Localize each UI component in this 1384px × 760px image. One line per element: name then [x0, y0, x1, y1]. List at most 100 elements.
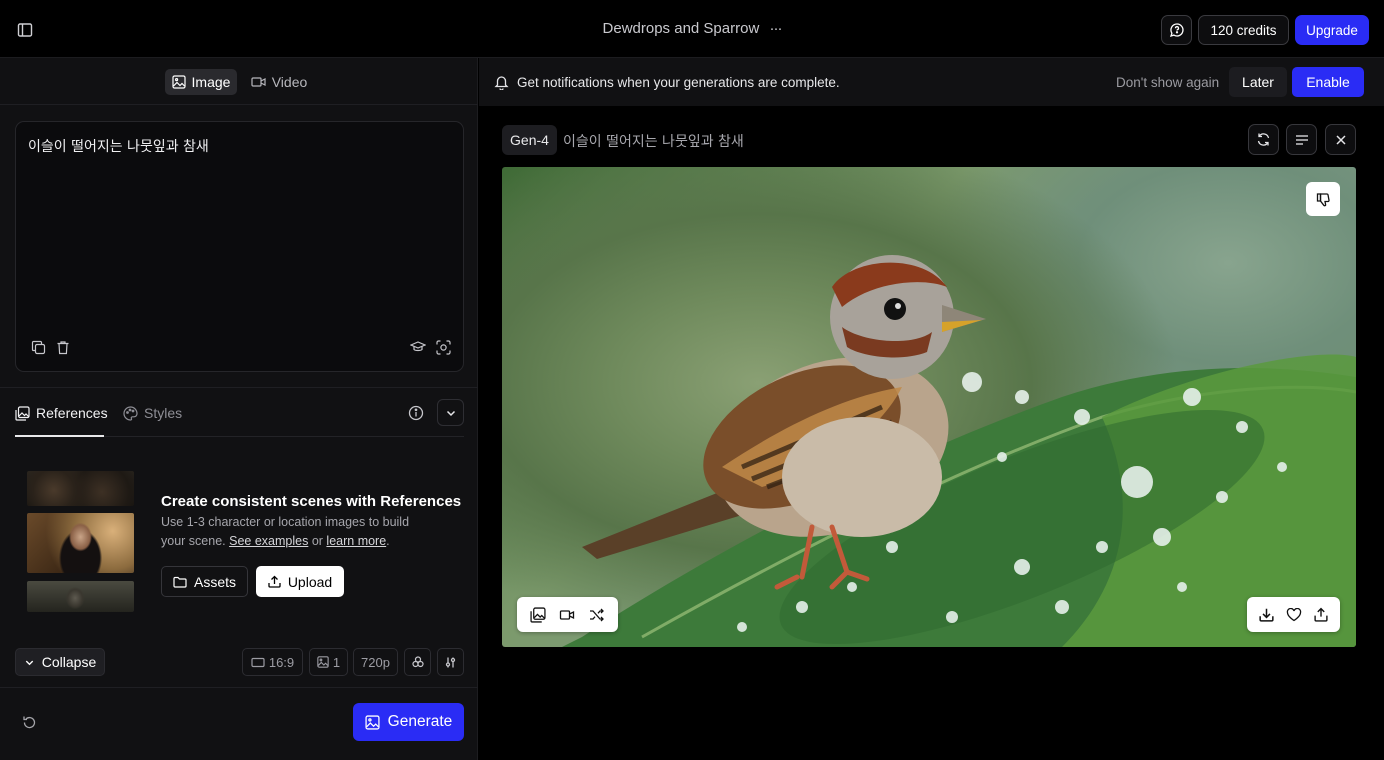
- details-button[interactable]: [1286, 124, 1317, 155]
- animate-video-button[interactable]: [554, 602, 580, 628]
- aspect-ratio-selector[interactable]: 16:9: [242, 648, 303, 676]
- sliders-icon: [445, 657, 456, 667]
- upload-button[interactable]: Upload: [256, 566, 344, 597]
- reference-thumbnail-1: [27, 471, 134, 506]
- generate-button[interactable]: Generate: [353, 703, 464, 741]
- remix-button[interactable]: [584, 602, 610, 628]
- reference-thumbnail-3: [27, 581, 134, 612]
- tab-references-underline: [15, 435, 104, 437]
- copy-prompt-button[interactable]: [29, 338, 47, 356]
- collapse-button-label: Collapse: [41, 654, 97, 670]
- references-period: .: [386, 534, 390, 548]
- result-prompt[interactable]: 이슬이 떨어지는 나뭇잎과 참새: [563, 131, 744, 151]
- references-description-line-2: your scene. See examples or learn more.: [161, 534, 390, 548]
- generated-image[interactable]: [502, 167, 1356, 647]
- download-icon: [1259, 608, 1274, 622]
- folder-icon: [173, 576, 187, 588]
- presets-icon: [411, 656, 424, 668]
- use-as-reference-button[interactable]: [525, 602, 551, 628]
- tab-references-label: References: [36, 405, 108, 421]
- tab-image[interactable]: Image: [165, 69, 237, 95]
- heart-icon: [1286, 607, 1301, 621]
- palette-icon: [123, 405, 138, 421]
- image-actions-left: [517, 597, 618, 632]
- generate-button-label: Generate: [387, 713, 453, 730]
- tab-video-label: Video: [271, 74, 308, 90]
- info-icon: [408, 405, 424, 421]
- resolution-selector[interactable]: 720p: [353, 648, 398, 676]
- image-actions-right: [1247, 597, 1340, 632]
- references-description-line-1: Use 1-3 character or location images to …: [161, 515, 410, 529]
- image-count-selector[interactable]: 1: [309, 648, 348, 676]
- tab-styles[interactable]: Styles: [123, 403, 182, 423]
- focus-scan-icon: [435, 339, 451, 355]
- chevron-down-icon: [446, 410, 455, 416]
- image-count-value: 1: [332, 654, 341, 670]
- references-expand-button[interactable]: [437, 399, 464, 426]
- references-info-button[interactable]: [406, 403, 426, 423]
- text-lines-icon: [1295, 134, 1308, 145]
- upgrade-button[interactable]: Upgrade: [1295, 15, 1369, 45]
- reference-thumbnail-2: [27, 513, 134, 573]
- notification-text: Get notifications when your generations …: [517, 75, 840, 90]
- prompt-box[interactable]: [15, 121, 464, 372]
- assets-button[interactable]: Assets: [161, 566, 248, 597]
- tab-video[interactable]: Video: [246, 69, 312, 95]
- video-camera-icon: [251, 77, 266, 87]
- delete-prompt-button[interactable]: [54, 338, 72, 356]
- copy-icon: [31, 340, 45, 354]
- feedback-button[interactable]: [1161, 15, 1192, 45]
- tab-references[interactable]: References: [15, 403, 108, 423]
- bell-icon: [494, 74, 509, 90]
- references-or-text: or: [311, 534, 323, 548]
- upload-button-label: Upload: [287, 573, 333, 590]
- trash-icon: [57, 340, 69, 354]
- image-icon: [171, 75, 186, 89]
- video-camera-icon: [560, 609, 575, 620]
- image-icon: [317, 656, 329, 668]
- shuffle-icon: [590, 608, 605, 621]
- dont-show-again-button[interactable]: Don't show again: [1116, 75, 1219, 90]
- download-button[interactable]: [1255, 602, 1279, 628]
- upload-icon: [268, 575, 281, 588]
- see-examples-link[interactable]: See examples: [229, 534, 308, 548]
- rerun-button[interactable]: [1248, 124, 1279, 155]
- generate-divider: [0, 687, 478, 688]
- project-title[interactable]: Dewdrops and Sparrow: [603, 20, 760, 37]
- assets-button-label: Assets: [193, 573, 236, 590]
- refresh-icon: [1257, 133, 1270, 146]
- favorite-button[interactable]: [1282, 602, 1306, 628]
- advanced-settings-button[interactable]: [437, 648, 464, 676]
- dislike-button[interactable]: [1306, 182, 1340, 216]
- credits-button[interactable]: 120 credits: [1198, 15, 1289, 45]
- mode-tabs-divider: [0, 104, 478, 105]
- reset-button[interactable]: [19, 712, 39, 732]
- prompt-text[interactable]: 이슬이 떨어지는 나뭇잎과 참새: [28, 136, 209, 156]
- learn-more-link[interactable]: learn more: [326, 534, 386, 548]
- close-icon: [1335, 134, 1346, 145]
- close-result-button[interactable]: [1325, 124, 1356, 155]
- later-button[interactable]: Later: [1229, 67, 1287, 97]
- share-button[interactable]: [1309, 602, 1333, 628]
- more-options-icon[interactable]: ···: [769, 20, 782, 37]
- references-icon: [15, 405, 30, 421]
- style-presets-button[interactable]: [404, 648, 431, 676]
- sparrow-scene: [562, 255, 1356, 647]
- thumbs-down-icon: [1316, 192, 1330, 206]
- tab-image-label: Image: [191, 74, 231, 90]
- image-reference-icon: [530, 606, 546, 623]
- model-badge: Gen-4: [502, 125, 557, 155]
- chat-feedback-icon: [1169, 23, 1184, 38]
- tab-underline-track: [104, 436, 464, 437]
- graduation-cap-icon: [410, 341, 426, 352]
- collapse-button[interactable]: Collapse: [15, 648, 105, 676]
- share-icon: [1313, 607, 1328, 622]
- image-icon: [365, 714, 380, 730]
- enhance-prompt-button[interactable]: [434, 338, 452, 356]
- prompt-guide-button[interactable]: [409, 338, 427, 356]
- undo-icon: [22, 716, 35, 728]
- chevron-down-icon: [25, 660, 33, 665]
- enable-button[interactable]: Enable: [1292, 67, 1364, 97]
- aspect-ratio-value: 16:9: [268, 654, 295, 670]
- aspect-ratio-icon: [251, 657, 265, 667]
